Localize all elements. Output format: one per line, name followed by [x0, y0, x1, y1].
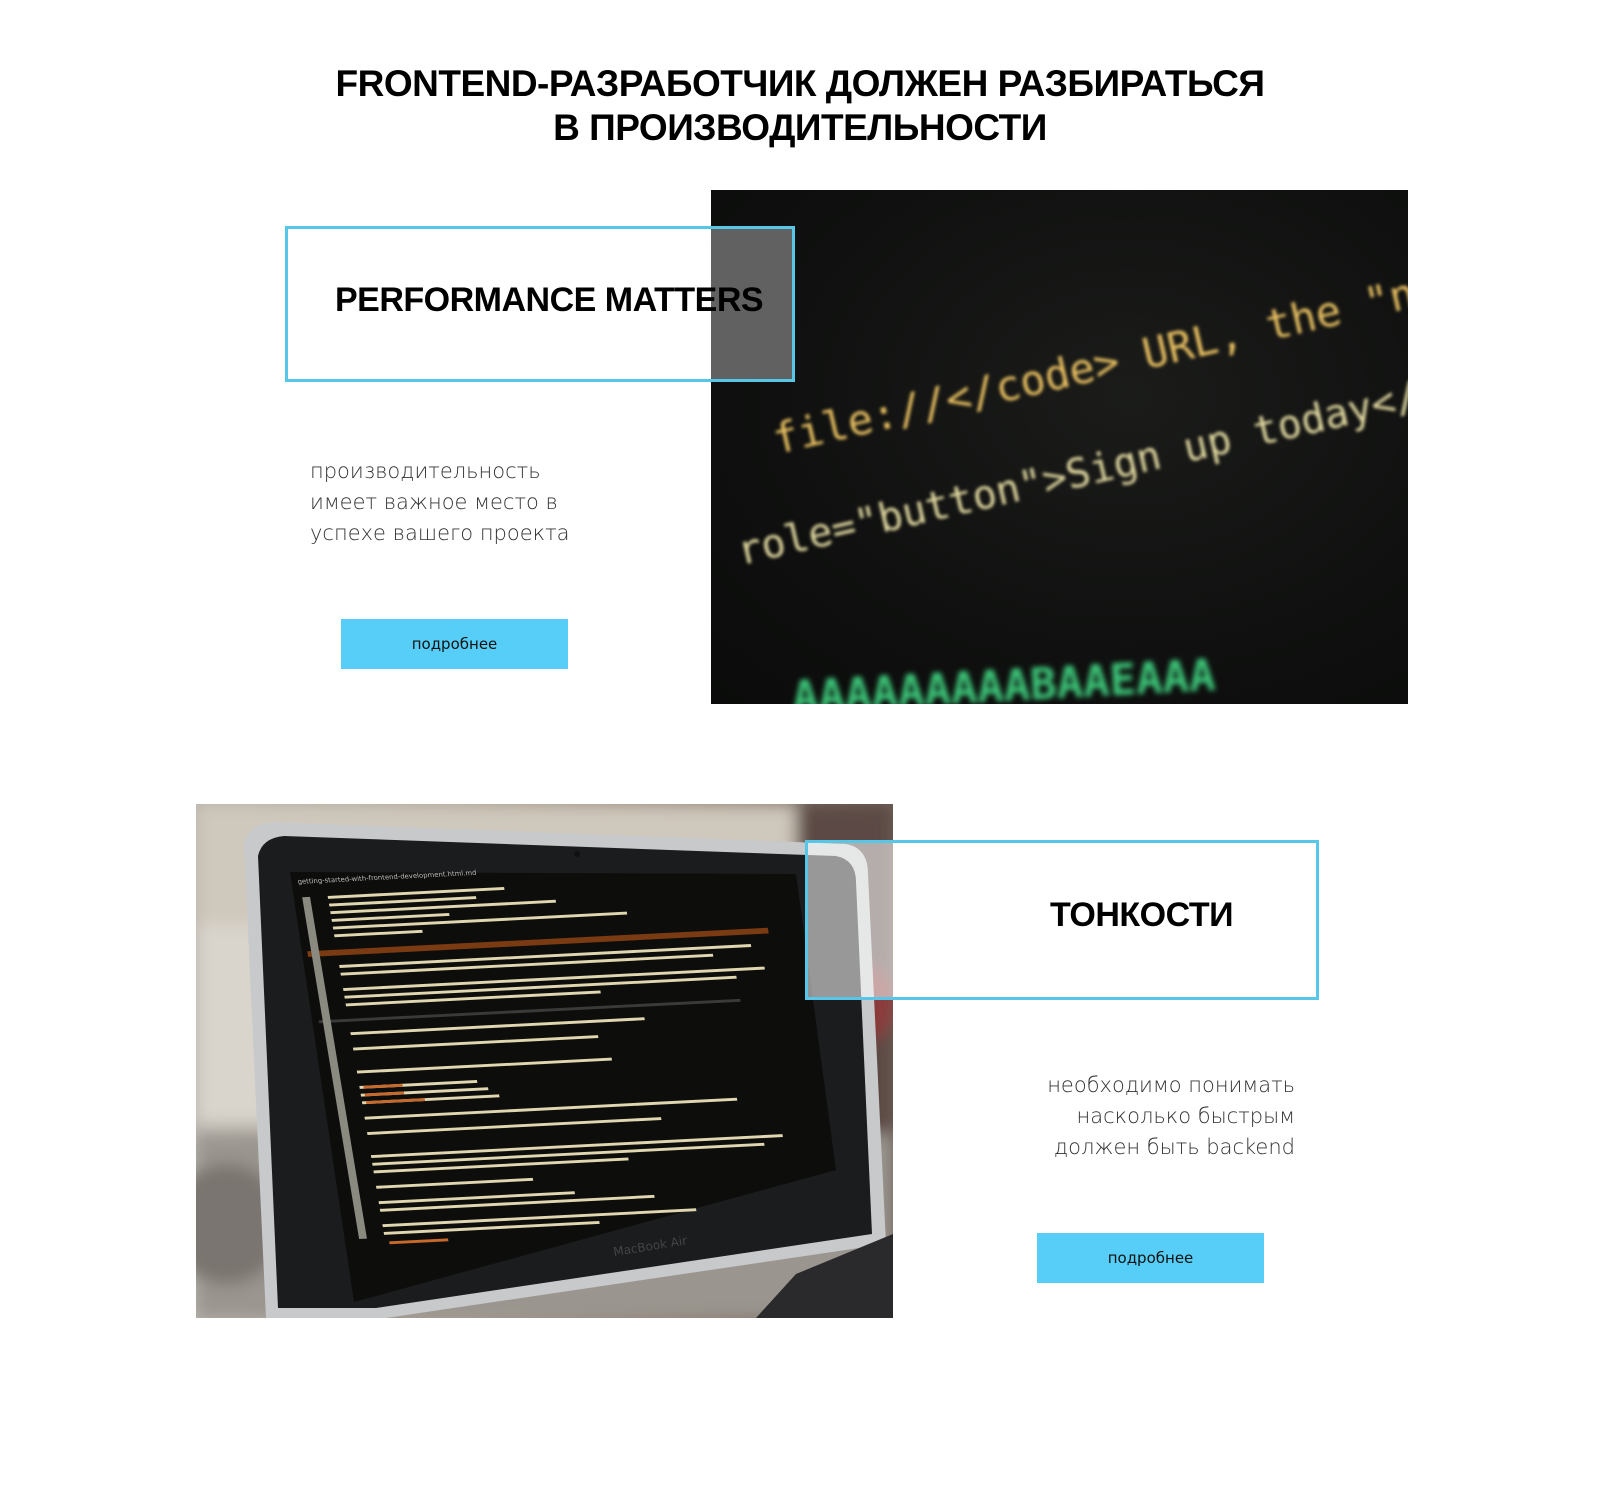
subtleties-description: необходимо понимать насколько быстрым до…	[990, 1070, 1295, 1163]
performance-more-button[interactable]: подробнее	[341, 619, 568, 669]
code-line-3: AAAAAAAAABAAEAAA	[791, 650, 1217, 704]
page-heading: FRONTEND-РАЗРАБОТЧИК ДОЛЖЕН РАЗБИРАТЬСЯ …	[0, 62, 1600, 150]
page-heading-line1: FRONTEND-РАЗРАБОТЧИК ДОЛЖЕН РАЗБИРАТЬСЯ	[335, 63, 1265, 104]
subtleties-more-button[interactable]: подробнее	[1037, 1233, 1264, 1283]
description-line: производительность	[310, 459, 541, 483]
performance-title: PERFORMANCE MATTERS	[335, 281, 764, 319]
description-line: насколько быстрым	[1076, 1104, 1295, 1128]
description-line: необходимо понимать	[1047, 1073, 1295, 1097]
description-line: должен быть backend	[1053, 1135, 1295, 1159]
subtleties-title: ТОНКОСТИ	[1050, 896, 1234, 934]
performance-description: производительность имеет важное место в …	[310, 456, 570, 549]
description-line: имеет важное место в	[310, 490, 558, 514]
description-line: успехе вашего проекта	[310, 521, 570, 545]
laptop-code-image: getting-started-with-frontend-developmen…	[196, 804, 893, 1318]
code-closeup-image: file://</code> URL, the "next" role="but…	[711, 190, 1408, 704]
page-heading-line2: В ПРОИЗВОДИТЕЛЬНОСТИ	[553, 107, 1047, 148]
